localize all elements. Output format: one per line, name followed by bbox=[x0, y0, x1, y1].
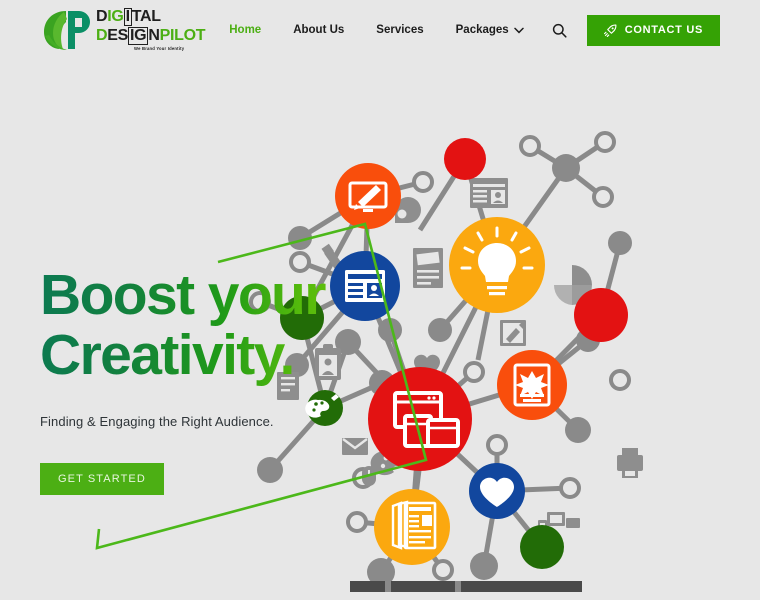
brand-l2-p4: N bbox=[148, 27, 160, 45]
brand-l1-p2: IG bbox=[107, 8, 124, 26]
node-lightbulb-idea bbox=[449, 217, 545, 313]
brand-l2-p1: D bbox=[96, 27, 108, 45]
brand-l2-p2: ES bbox=[107, 27, 129, 45]
monitor-window-icon bbox=[470, 178, 508, 208]
brand-line-1: D IG I TAL bbox=[96, 8, 205, 27]
node-green-bottom bbox=[520, 525, 564, 569]
node-browser-windows bbox=[368, 367, 472, 471]
hero-title-line-2: Creativity. bbox=[40, 323, 294, 388]
nav-item-packages[interactable]: Packages bbox=[440, 24, 540, 36]
nav-label-services: Services bbox=[376, 24, 424, 36]
node-burst-poster bbox=[497, 350, 567, 420]
node-heart-like bbox=[469, 463, 525, 519]
node-newspaper bbox=[374, 489, 450, 565]
node-red-right bbox=[574, 288, 628, 342]
party-poster-icon bbox=[413, 248, 443, 288]
nav-item-about-us[interactable]: About Us bbox=[277, 24, 360, 36]
nav-label-about-us: About Us bbox=[293, 24, 345, 36]
node-red-top bbox=[444, 138, 486, 180]
brand-l2-p3: IG bbox=[128, 27, 149, 46]
leaf-p-logo-icon bbox=[44, 11, 90, 50]
contact-us-label: CONTACT US bbox=[624, 24, 703, 36]
nav-label-packages: Packages bbox=[455, 24, 509, 36]
brand-l1-p4: TAL bbox=[131, 8, 161, 26]
brand-line-2: D ES IG N PILOT bbox=[96, 27, 206, 46]
brand-wordmark: D IG I TAL D ES IG N PILOT We Brand Your Identi… bbox=[96, 8, 206, 52]
chevron-down-icon bbox=[513, 27, 524, 33]
edit-pencil-icon bbox=[500, 320, 526, 346]
brand-logo[interactable]: D IG I TAL D ES IG N PILOT We Brand Your Identi… bbox=[40, 8, 206, 52]
nav-item-home[interactable]: Home bbox=[213, 24, 277, 36]
hero-section: Boost your Creativity. Finding & Engaging… bbox=[40, 265, 370, 495]
brand-tagline: We Brand Your Identity bbox=[134, 46, 185, 52]
printer-icon bbox=[617, 448, 643, 478]
search-icon bbox=[552, 23, 567, 38]
rocket-icon bbox=[603, 24, 617, 37]
get-started-button[interactable]: GET STARTED bbox=[40, 462, 164, 495]
nav-item-services[interactable]: Services bbox=[360, 24, 439, 36]
main-navigation: Home About Us Services Packages CONTACT … bbox=[213, 14, 760, 46]
hero-title-line-1: Boost your bbox=[40, 263, 325, 327]
bottom-bar bbox=[350, 581, 582, 592]
brand-l2-p5: PILOT bbox=[159, 27, 206, 45]
site-header: D IG I TAL D ES IG N PILOT We Brand Your Identi… bbox=[0, 0, 760, 60]
hero-subtitle: Finding & Engaging the Right Audience. bbox=[40, 413, 274, 429]
contact-us-button[interactable]: CONTACT US bbox=[586, 14, 720, 46]
brand-l1-p3: I bbox=[123, 8, 132, 27]
brand-l1-p1: D bbox=[96, 8, 108, 26]
nav-label-home: Home bbox=[229, 24, 262, 36]
hero-title: Boost your Creativity. bbox=[40, 265, 370, 386]
node-monitor-design bbox=[335, 163, 401, 229]
search-button[interactable] bbox=[540, 23, 579, 38]
